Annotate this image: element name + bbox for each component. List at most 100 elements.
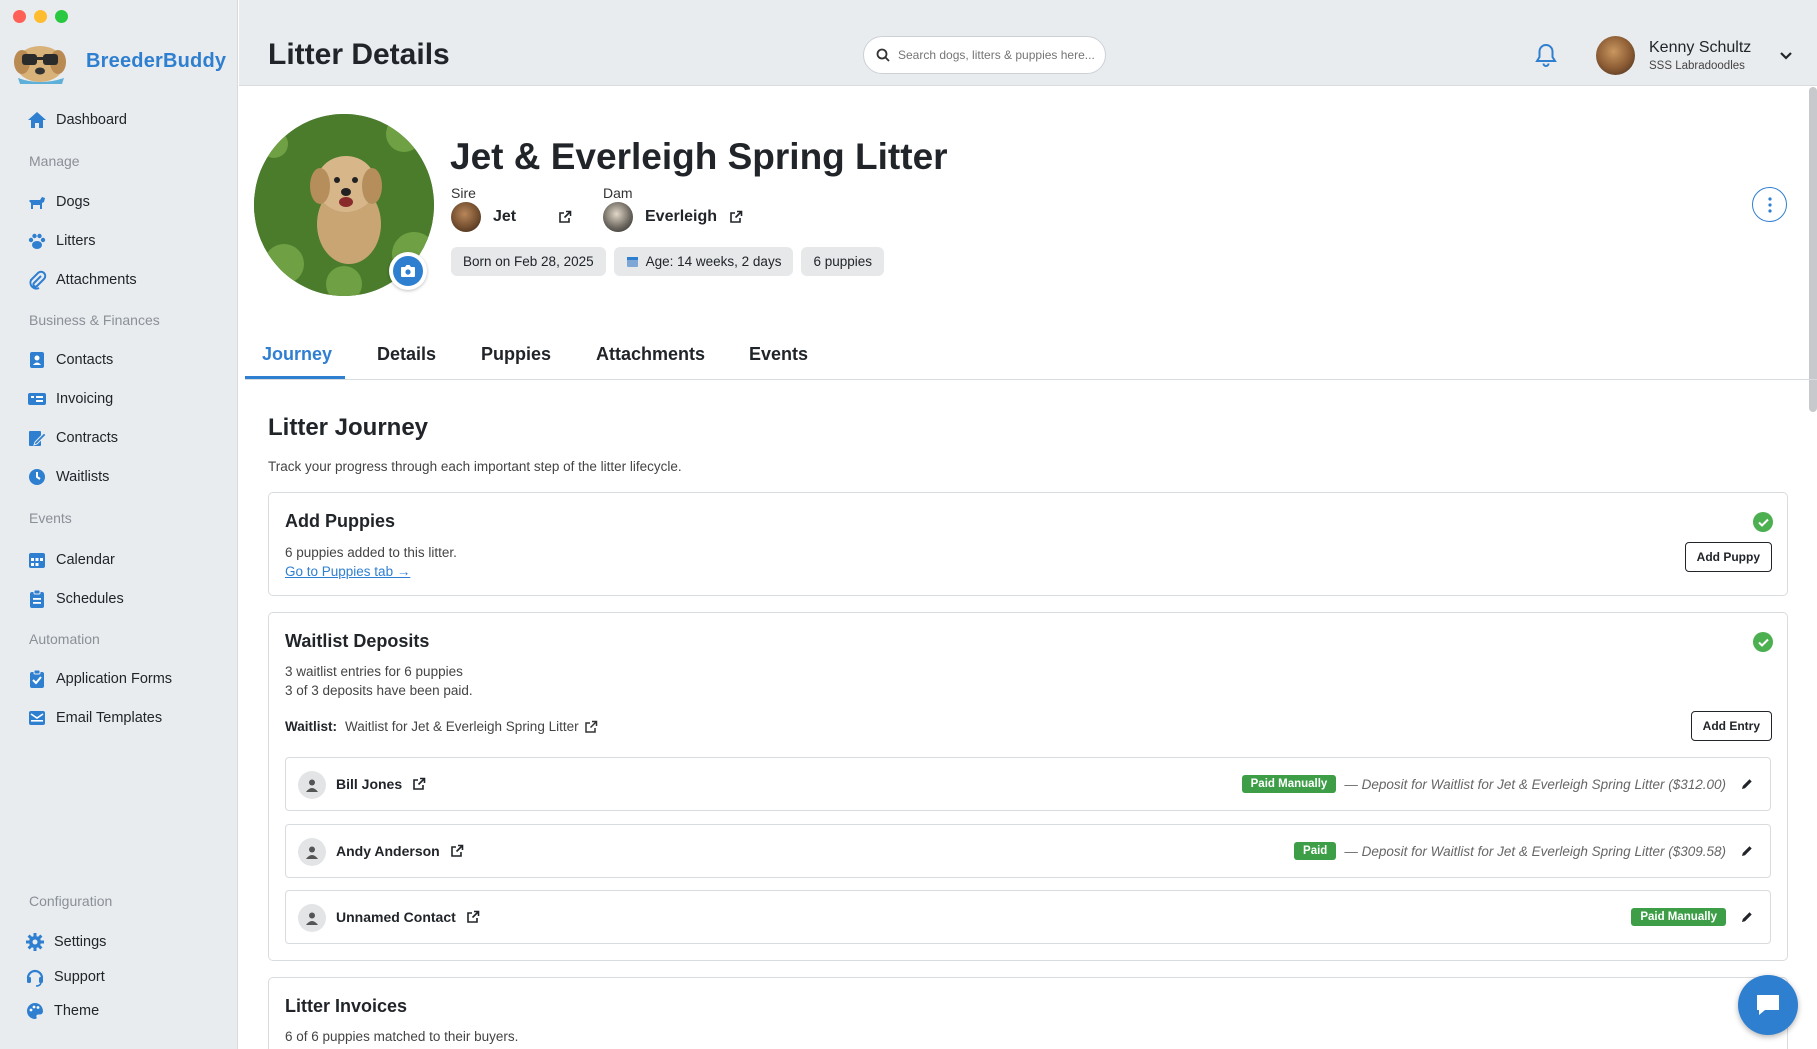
contract-sign-icon — [29, 431, 47, 446]
sidebar-item-label: Schedules — [56, 591, 124, 607]
clock-icon — [29, 469, 45, 485]
sidebar-item-label: Settings — [54, 934, 107, 950]
tab-journey[interactable]: Journey — [262, 344, 332, 365]
puppies-added-text: 6 puppies added to this litter. — [285, 545, 457, 560]
sidebar-item-waitlists[interactable]: Waitlists — [27, 467, 109, 487]
section-subtitle: Track your progress through each importa… — [268, 459, 682, 474]
active-tab-indicator — [245, 376, 345, 379]
deposit-info: Paid Manually — Deposit for Waitlist for… — [1241, 775, 1754, 793]
calendar-icon — [29, 553, 45, 568]
external-link-icon — [584, 720, 597, 733]
headset-icon — [26, 969, 44, 987]
waitlist-row: Waitlist: Waitlist for Jet & Everleigh S… — [285, 719, 598, 734]
calendar-icon — [626, 257, 638, 267]
sidebar-item-application-forms[interactable]: Application Forms — [27, 669, 172, 689]
edit-pencil-icon[interactable] — [1740, 844, 1754, 858]
dam-link[interactable]: Everleigh — [603, 202, 743, 232]
person-icon — [298, 838, 326, 866]
avatar — [603, 202, 633, 232]
bell-icon — [1535, 43, 1557, 67]
tab-details[interactable]: Details — [377, 344, 436, 365]
change-photo-button[interactable] — [389, 252, 427, 290]
sidebar-item-schedules[interactable]: Schedules — [27, 589, 124, 609]
contact-card-icon — [30, 352, 44, 368]
search-input[interactable] — [898, 48, 1098, 62]
sidebar-item-settings[interactable]: Settings — [25, 932, 106, 952]
waitlist-entries-text: 3 waitlist entries for 6 puppies — [285, 664, 463, 679]
tab-attachments[interactable]: Attachments — [596, 344, 705, 365]
waitlist-link[interactable]: Waitlist for Jet & Everleigh Spring Litt… — [345, 719, 598, 734]
notifications-button[interactable] — [1534, 42, 1558, 73]
contact-link[interactable]: Bill Jones — [336, 776, 426, 792]
sidebar-section-events: Events — [29, 510, 72, 526]
kebab-menu-icon — [1767, 196, 1772, 213]
contact-link[interactable]: Andy Anderson — [336, 843, 464, 859]
search-icon — [876, 48, 890, 62]
contact-link[interactable]: Unnamed Contact — [336, 909, 480, 925]
sidebar-item-attachments[interactable]: Attachments — [27, 270, 137, 290]
clipboard-list-icon — [30, 589, 44, 608]
external-link-icon — [413, 777, 426, 790]
waitlist-label: Waitlist: — [285, 719, 337, 734]
sidebar-item-dashboard[interactable]: Dashboard — [27, 110, 127, 130]
sire-label: Sire — [451, 185, 476, 201]
puppy-count-pill: 6 puppies — [801, 247, 885, 276]
go-to-puppies-link[interactable]: Go to Puppies tab → — [285, 564, 410, 579]
sidebar-item-theme[interactable]: Theme — [25, 1001, 99, 1021]
sidebar-section-business: Business & Finances — [29, 312, 160, 328]
user-menu[interactable]: Kenny Schultz SSS Labradoodles — [1596, 36, 1793, 75]
paperclip-icon — [29, 270, 47, 290]
status-badge: Paid — [1294, 842, 1337, 860]
more-options-button[interactable] — [1752, 187, 1787, 222]
tab-events[interactable]: Events — [749, 344, 808, 365]
tab-puppies[interactable]: Puppies — [481, 344, 551, 365]
chevron-down-icon — [1780, 51, 1793, 60]
sire-link[interactable]: Jet — [451, 202, 572, 232]
sidebar-item-label: Theme — [54, 1003, 100, 1019]
contact-name: Andy Anderson — [336, 843, 440, 859]
sidebar-item-invoicing[interactable]: Invoicing — [27, 389, 113, 409]
edit-pencil-icon[interactable] — [1740, 910, 1754, 924]
external-link-icon — [730, 210, 743, 223]
litter-tabs: Journey Details Puppies Attachments Even… — [245, 340, 1817, 380]
add-entry-button[interactable]: Add Entry — [1690, 711, 1772, 741]
minimize-window-button[interactable] — [34, 10, 47, 23]
zoom-window-button[interactable] — [55, 10, 68, 23]
card-title: Add Puppies — [285, 511, 396, 531]
external-link-icon — [450, 844, 464, 857]
deposits-paid-text: 3 of 3 deposits have been paid. — [285, 683, 473, 698]
camera-icon — [401, 265, 415, 277]
chat-button[interactable] — [1738, 975, 1798, 1035]
chat-bubble-icon — [1757, 995, 1779, 1015]
list-item: Bill Jones Paid Manually — Deposit for W… — [285, 757, 1771, 811]
app-logo[interactable]: BreederBuddy — [8, 38, 226, 84]
born-date: Born on Feb 28, 2025 — [463, 254, 594, 269]
page-title: Litter Details — [268, 38, 450, 71]
add-puppies-card: Add Puppies 6 puppies added to this litt… — [268, 492, 1788, 596]
sidebar-item-label: Dashboard — [56, 112, 127, 128]
contact-name: Unnamed Contact — [336, 909, 456, 925]
avatar — [451, 202, 481, 232]
clipboard-check-icon — [30, 669, 44, 688]
search-box[interactable] — [863, 36, 1106, 74]
contact-name: Bill Jones — [336, 776, 403, 792]
edit-pencil-icon[interactable] — [1740, 777, 1754, 791]
sidebar-item-contacts[interactable]: Contacts — [27, 350, 113, 370]
section-title: Litter Journey — [268, 414, 429, 441]
sidebar-item-support[interactable]: Support — [25, 967, 105, 987]
external-link-icon — [559, 210, 572, 223]
waitlist-name: Waitlist for Jet & Everleigh Spring Litt… — [345, 719, 579, 734]
sidebar-item-calendar[interactable]: Calendar — [27, 550, 115, 570]
sidebar-item-dogs[interactable]: Dogs — [27, 192, 90, 212]
sidebar-item-litters[interactable]: Litters — [27, 231, 96, 251]
add-puppy-button[interactable]: Add Puppy — [1684, 542, 1772, 572]
close-window-button[interactable] — [13, 10, 26, 23]
deposit-info: Paid — Deposit for Waitlist for Jet & Ev… — [1294, 842, 1754, 860]
external-link-icon — [466, 910, 480, 923]
sidebar-item-contracts[interactable]: Contracts — [27, 428, 118, 448]
sidebar-item-label: Dogs — [56, 194, 90, 210]
sidebar-section-configuration: Configuration — [29, 893, 113, 909]
status-badge: Paid Manually — [1631, 908, 1726, 926]
sidebar-item-label: Invoicing — [56, 391, 114, 407]
sidebar-item-email-templates[interactable]: Email Templates — [27, 708, 162, 728]
